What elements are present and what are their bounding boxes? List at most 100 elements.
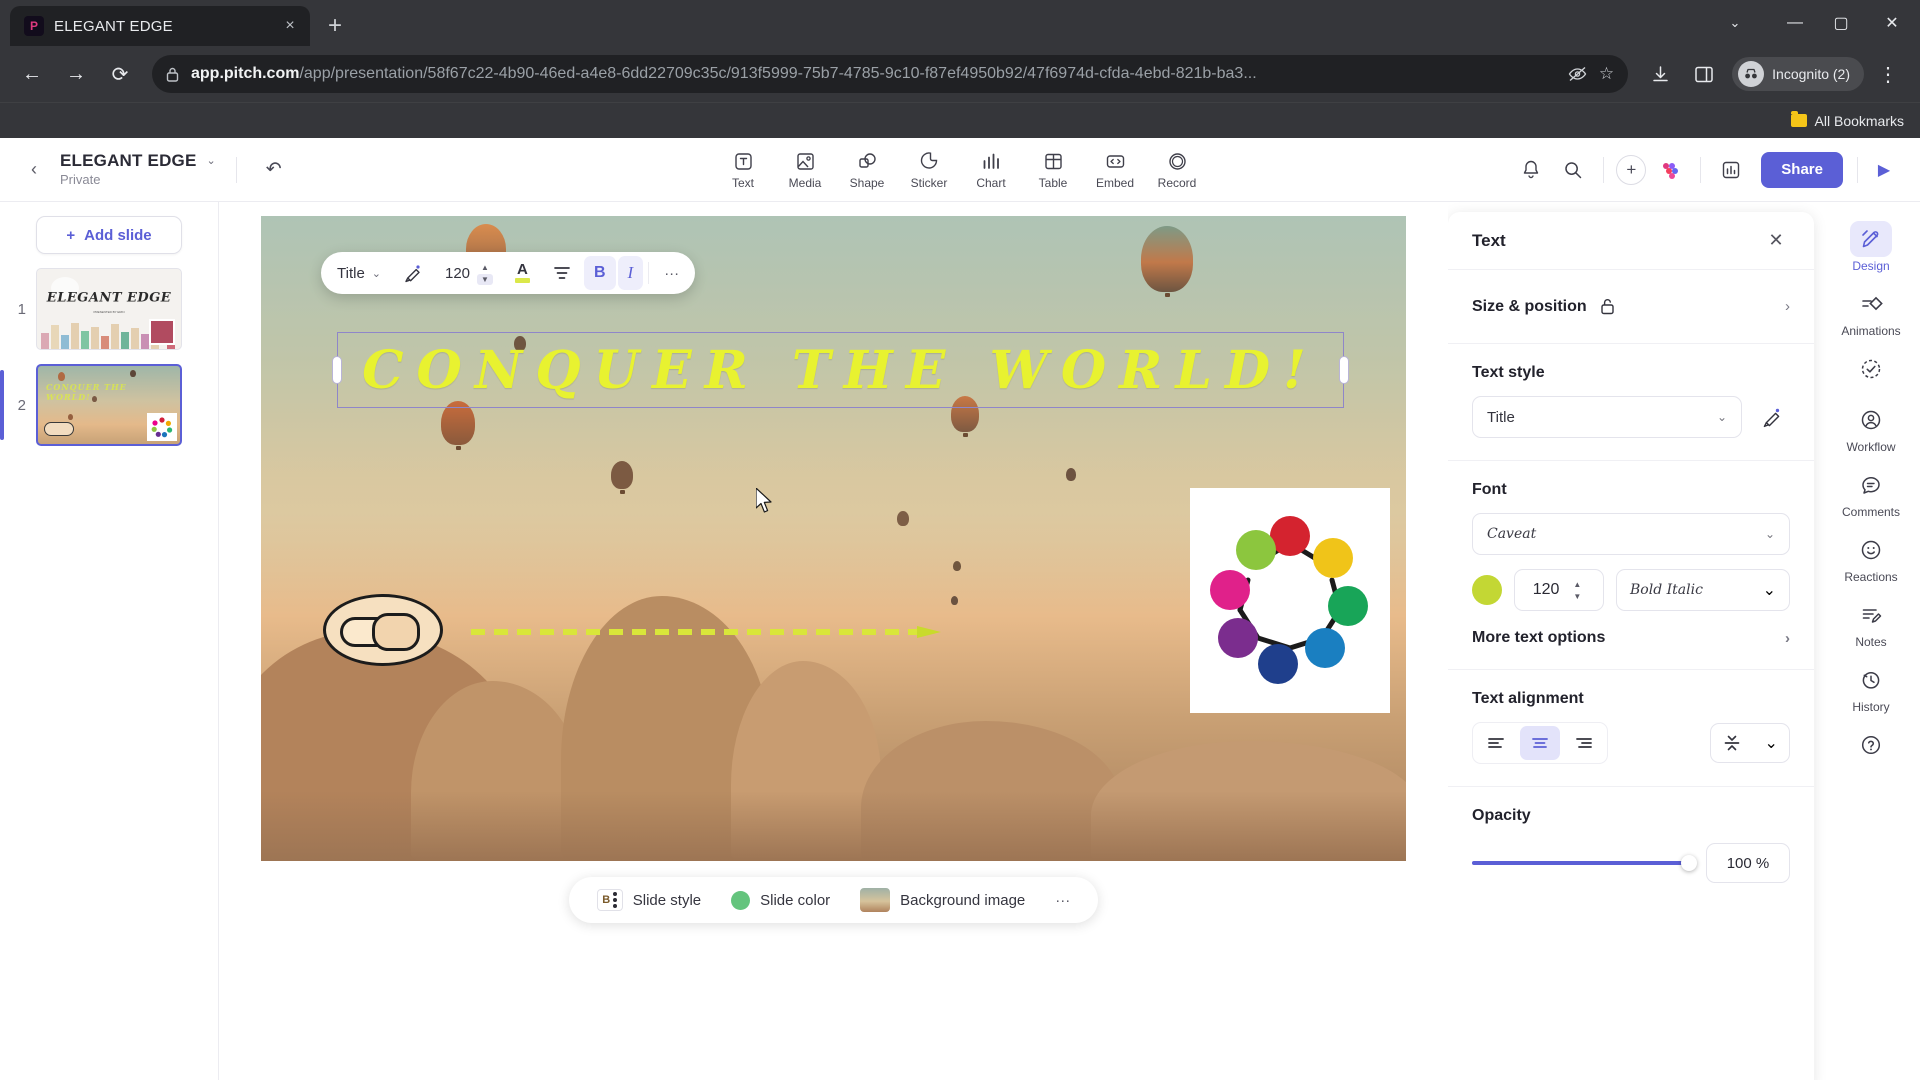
rail-item-animations[interactable]: Animations (1834, 279, 1908, 342)
slide-thumbnail-row[interactable]: 2 CONQUER THE WORLD! (0, 364, 218, 446)
paint-format-icon[interactable] (393, 256, 433, 290)
slide-style-button[interactable]: B Slide style (587, 889, 711, 911)
line-spacing-icon[interactable] (542, 256, 582, 290)
slide-canvas[interactable]: CONQUER THE WORLD! Title ⌄ 120 ▲ ▼ A B I… (261, 216, 1406, 861)
back-icon[interactable]: ← (12, 54, 52, 94)
profile-label: Incognito (2) (1772, 66, 1850, 82)
insert-media-button[interactable]: Media (776, 146, 834, 193)
insert-shape-button[interactable]: Shape (838, 146, 896, 193)
close-icon[interactable]: × (278, 14, 302, 38)
rail-item-history[interactable]: History (1834, 655, 1908, 718)
paint-format-icon[interactable] (1754, 406, 1790, 428)
address-bar[interactable]: app.pitch.com/app/presentation/58f67c22-… (152, 55, 1629, 93)
opacity-slider[interactable] (1472, 855, 1697, 871)
font-size-input[interactable]: 120 ▲ ▼ (1514, 569, 1604, 611)
background-image-button[interactable]: Background image (850, 888, 1035, 912)
insert-text-button[interactable]: Text (714, 146, 772, 193)
minimize-button[interactable]: — (1772, 0, 1818, 46)
slide-thumbnail-1[interactable]: ELEGANT EDGE PRESENTED BY ERIN (36, 268, 182, 350)
italic-button[interactable]: I (617, 256, 644, 290)
stepper-down-icon[interactable]: ▼ (1569, 591, 1585, 602)
back-to-deck-icon[interactable]: ‹ (18, 154, 50, 186)
font-color-button[interactable]: A (505, 256, 540, 290)
rail-item-design[interactable]: Design (1834, 214, 1908, 277)
rail-item-workflow[interactable]: Workflow (1834, 395, 1908, 458)
more-options-button[interactable]: ··· (654, 256, 689, 290)
font-size-stepper[interactable]: ▲ ▼ (477, 262, 493, 285)
bookmark-star-icon[interactable]: ☆ (1599, 64, 1614, 84)
slide-thumbnail-row[interactable]: 1 ELEGANT EDGE PRESENTED BY ERIN (0, 268, 218, 350)
browser-menu-icon[interactable]: ⋮ (1868, 54, 1908, 94)
undo-icon[interactable]: ↶ (257, 153, 291, 187)
browser-tab[interactable]: P ELEGANT EDGE × (10, 6, 310, 46)
size-position-row[interactable]: Size & position › (1448, 270, 1814, 344)
rail-item-comments[interactable]: Comments (1834, 460, 1908, 523)
slide-title-text[interactable]: CONQUER THE WORLD! (338, 333, 1343, 407)
stepper-up-icon[interactable]: ▲ (477, 262, 493, 273)
browser-chrome: P ELEGANT EDGE × + ⌄ — ▢ ✕ ← → ⟳ app.pit… (0, 0, 1920, 138)
font-size-field[interactable]: 120 ▲ ▼ (435, 256, 503, 290)
add-member-button[interactable]: + (1616, 154, 1647, 185)
profile-chip[interactable]: Incognito (2) (1732, 57, 1864, 91)
insert-chart-button[interactable]: Chart (962, 146, 1020, 193)
reload-icon[interactable]: ⟳ (100, 54, 140, 94)
share-button[interactable]: Share (1761, 151, 1843, 188)
align-left-icon[interactable] (1476, 726, 1516, 760)
new-tab-button[interactable]: + (318, 9, 352, 43)
all-bookmarks-button[interactable]: All Bookmarks (1790, 111, 1904, 129)
analytics-icon[interactable] (1713, 152, 1749, 188)
rail-item-approval[interactable] (1834, 344, 1908, 393)
opacity-slider-knob[interactable] (1681, 855, 1697, 871)
slide-thumbnail-2[interactable]: CONQUER THE WORLD! (36, 364, 182, 446)
text-style-select[interactable]: Title ⌄ (1472, 396, 1742, 438)
bell-icon[interactable] (1513, 152, 1549, 188)
eye-slash-icon[interactable] (1568, 66, 1587, 82)
font-size-stepper[interactable]: ▲ ▼ (1569, 579, 1585, 602)
style-bar-more-button[interactable]: ··· (1045, 892, 1080, 909)
align-center-icon[interactable] (1520, 726, 1560, 760)
align-right-icon[interactable] (1564, 726, 1604, 760)
font-weight-select[interactable]: Bold Italic ⌄ (1616, 569, 1790, 611)
bold-button[interactable]: B (583, 256, 616, 290)
side-panel-icon[interactable] (1684, 54, 1724, 94)
vertical-align-select[interactable]: ⌄ (1710, 723, 1790, 763)
present-button[interactable]: ▶ (1866, 152, 1902, 188)
forward-icon[interactable]: → (56, 54, 96, 94)
unlock-icon[interactable] (1600, 298, 1615, 315)
add-slide-button[interactable]: + Add slide (36, 216, 182, 254)
insert-sticker-button[interactable]: Sticker (900, 146, 958, 193)
rail-item-notes[interactable]: Notes (1834, 590, 1908, 653)
resize-handle-left[interactable] (332, 356, 342, 384)
close-icon[interactable]: ✕ (1762, 227, 1790, 255)
color-swatch-icon (731, 890, 751, 910)
stepper-down-icon[interactable]: ▼ (477, 273, 493, 285)
insert-embed-button[interactable]: Embed (1086, 146, 1144, 193)
search-icon[interactable] (1555, 152, 1591, 188)
stepper-up-icon[interactable]: ▲ (1569, 579, 1585, 590)
chevron-down-icon[interactable]: ⌄ (207, 155, 216, 168)
chevron-right-icon[interactable]: › (1785, 298, 1790, 315)
dashed-arrow-shape[interactable] (471, 626, 941, 638)
title-text-box[interactable]: CONQUER THE WORLD! (332, 332, 1349, 408)
chevron-right-icon[interactable]: › (1785, 630, 1790, 647)
insert-record-button[interactable]: Record (1148, 146, 1206, 193)
rail-item-help[interactable] (1834, 720, 1908, 769)
font-color-swatch[interactable] (1472, 575, 1502, 605)
size-position-label: Size & position (1472, 297, 1587, 315)
handshake-sticker[interactable] (323, 594, 443, 666)
more-text-options-row[interactable]: More text options › (1472, 629, 1790, 647)
collaborators-icon[interactable] (1652, 152, 1688, 188)
rail-item-reactions[interactable]: Reactions (1834, 525, 1908, 588)
download-icon[interactable] (1640, 54, 1680, 94)
resize-handle-right[interactable] (1339, 356, 1349, 384)
window-close-button[interactable]: ✕ (1864, 0, 1920, 46)
text-style-dropdown[interactable]: Title ⌄ (327, 256, 391, 290)
font-family-select[interactable]: Caveat ⌄ (1472, 513, 1790, 555)
slide-style-label: Slide style (632, 891, 702, 909)
opacity-value[interactable]: 100 % (1706, 843, 1790, 883)
maximize-button[interactable]: ▢ (1818, 0, 1864, 46)
teamwork-logo-image[interactable] (1190, 488, 1390, 713)
insert-table-button[interactable]: Table (1024, 146, 1082, 193)
slide-color-button[interactable]: Slide color (721, 890, 840, 910)
chevron-down-icon[interactable]: ⌄ (1712, 0, 1758, 46)
